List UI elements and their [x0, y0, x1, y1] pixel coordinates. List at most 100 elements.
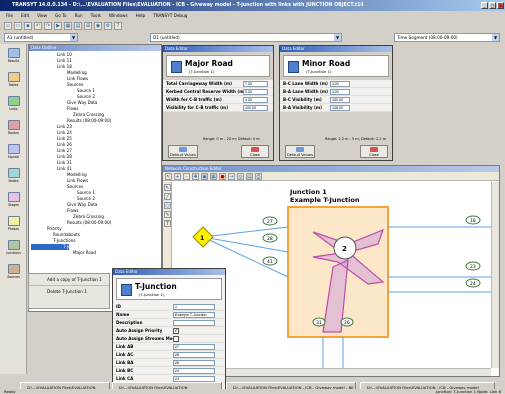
fit-icon[interactable]: ▣	[201, 173, 208, 180]
sidebar-item-signals[interactable]: Signals	[3, 144, 24, 159]
sidebar-item-links[interactable]: Links	[3, 96, 24, 111]
svg-text:41: 41	[267, 259, 273, 265]
signal-icon[interactable]: ●	[219, 173, 226, 180]
auto-assign-priority-checkbox[interactable]: ✓	[173, 328, 179, 334]
help-icon[interactable]: ?	[114, 22, 122, 30]
undo-icon[interactable]: ↶	[34, 22, 42, 30]
links-icon	[7, 96, 20, 106]
road-icon	[171, 61, 182, 73]
sidebar-item-stages[interactable]: Stages	[3, 192, 24, 207]
svg-text:24: 24	[470, 281, 476, 287]
run-icon[interactable]: ▶	[54, 22, 62, 30]
cb-width-input[interactable]	[243, 97, 268, 103]
close-button[interactable]: Close	[360, 145, 388, 158]
link-ac-input[interactable]	[173, 352, 215, 358]
maximize-button[interactable]: □	[489, 2, 496, 9]
zoom-out-icon[interactable]: -	[183, 173, 190, 180]
sidebar-item-results[interactable]: Results	[3, 48, 24, 63]
menu-windows[interactable]: Windows	[109, 11, 128, 20]
redo-icon[interactable]: ↷	[44, 22, 52, 30]
menu-edit[interactable]: Edit	[21, 11, 29, 20]
field-row: Auto Assign Priority ✓	[113, 327, 225, 335]
name-input[interactable]	[173, 312, 215, 318]
select-icon[interactable]: ↖	[165, 173, 172, 180]
pan-icon[interactable]: ✥	[192, 173, 199, 180]
dialog-header: Major Road (T-Junction 1)	[166, 55, 270, 77]
auto-assign-streams-checkbox[interactable]	[173, 336, 179, 342]
menu-tools[interactable]: Tools	[91, 11, 101, 20]
sidebar-item-nodes[interactable]: Nodes	[3, 168, 24, 183]
field-row: B-A Visibility (m)	[280, 104, 392, 112]
default-values-button[interactable]: Default Values	[168, 145, 198, 158]
junction-label: Junction 1	[289, 188, 327, 196]
bc-visibility-input[interactable]	[330, 97, 350, 103]
field-row: B-C Visibility (m)	[280, 96, 392, 104]
settings-icon[interactable]: ⚙	[104, 22, 112, 30]
default-values-button[interactable]: Default Values	[285, 145, 315, 158]
junction-sub-label: Example T-Junction	[290, 196, 360, 204]
link-icon[interactable]: ⊞	[84, 22, 92, 30]
text-icon[interactable]: T	[164, 220, 171, 227]
junction-node-label: 2	[342, 245, 347, 253]
grid-icon[interactable]: ▦	[210, 173, 217, 180]
zoom-in-icon[interactable]: +	[174, 173, 181, 180]
open-folder-icon[interactable]: ▭	[14, 22, 22, 30]
sources-icon	[7, 264, 20, 274]
menu-file[interactable]: File	[6, 11, 13, 20]
pencil-icon[interactable]: ✎	[164, 211, 171, 218]
sidebar-item-routes[interactable]: Routes	[3, 120, 24, 135]
main-toolbar: ▫ ▭ ▪ ↶ ↷ ▶ ▦ ▤ ⊞ ◉ ⚙ ?	[0, 20, 505, 32]
field-row: Link BC	[113, 367, 225, 375]
menu-run[interactable]: Run	[75, 11, 83, 20]
major-road-dialog: Data Editor Major Road (T-Junction 1) To…	[162, 45, 274, 161]
new-file-icon[interactable]: ▫	[4, 22, 12, 30]
field-row: Link AC	[113, 351, 225, 359]
add-copy-button[interactable]: Add a copy of T-Junction 1	[29, 274, 109, 286]
minimize-button[interactable]: _	[481, 2, 488, 9]
link-bc-input[interactable]	[173, 368, 215, 374]
link-ab-input[interactable]	[173, 344, 215, 350]
cb-visibility-input[interactable]	[243, 105, 268, 111]
save-icon[interactable]: ▪	[24, 22, 32, 30]
menu-view[interactable]: View	[37, 11, 47, 20]
time-segment-select[interactable]: Time Segment (08:00-09:00) ▼	[394, 33, 500, 42]
carriageway-width-input[interactable]	[243, 81, 268, 87]
grid-icon[interactable]: ▦	[64, 22, 72, 30]
chart-icon[interactable]: ▤	[74, 22, 82, 30]
sidebar-item-sources[interactable]: Sources	[3, 264, 24, 279]
close-icon	[251, 147, 259, 152]
demand-set-select[interactable]: D1 (untitled) ▼	[150, 33, 342, 42]
road-icon	[288, 61, 299, 73]
menu-help[interactable]: Help	[136, 11, 146, 20]
menu-goto[interactable]: Go To	[55, 11, 67, 20]
junction-icon	[121, 284, 132, 296]
dialog-title: Data Editor	[163, 46, 273, 52]
draw-link-icon[interactable]: ╱	[164, 193, 171, 200]
id-input[interactable]	[173, 304, 215, 310]
link-icon[interactable]: →	[228, 173, 235, 180]
central-reserve-input[interactable]	[243, 89, 268, 95]
ba-visibility-input[interactable]	[330, 105, 350, 111]
menu-debug[interactable]: TRANSYT Debug	[153, 11, 187, 20]
description-input[interactable]	[173, 320, 215, 326]
bc-lane-width-input[interactable]	[330, 81, 350, 87]
print-icon[interactable]: ⎙	[255, 173, 262, 180]
delete-button[interactable]: Delete T-Junction 1	[29, 286, 109, 298]
vertical-scrollbar[interactable]	[491, 182, 499, 368]
dialog-header: Minor Road (T-Junction 1)	[283, 55, 389, 77]
draw-node-icon[interactable]: ○	[164, 202, 171, 209]
tree-item[interactable]: Major Road	[31, 250, 161, 256]
node-icon[interactable]: ◎	[237, 173, 244, 180]
analysis-set-select[interactable]: A1 (untitled) ▼	[4, 33, 78, 42]
pointer-icon[interactable]: ↖	[164, 184, 171, 191]
close-icon[interactable]: x	[497, 2, 504, 9]
node-icon[interactable]: ◉	[94, 22, 102, 30]
link-ba-input[interactable]	[173, 360, 215, 366]
close-button[interactable]: Close	[241, 145, 269, 158]
sidebar-item-phases[interactable]: Phases	[3, 216, 24, 231]
layer-icon[interactable]: ▤	[246, 173, 253, 180]
signals-icon	[7, 144, 20, 154]
ba-lane-width-input[interactable]	[330, 89, 350, 95]
sidebar-item-tables[interactable]: Tables	[3, 72, 24, 87]
sidebar-item-junctions[interactable]: Junctions	[3, 240, 24, 255]
